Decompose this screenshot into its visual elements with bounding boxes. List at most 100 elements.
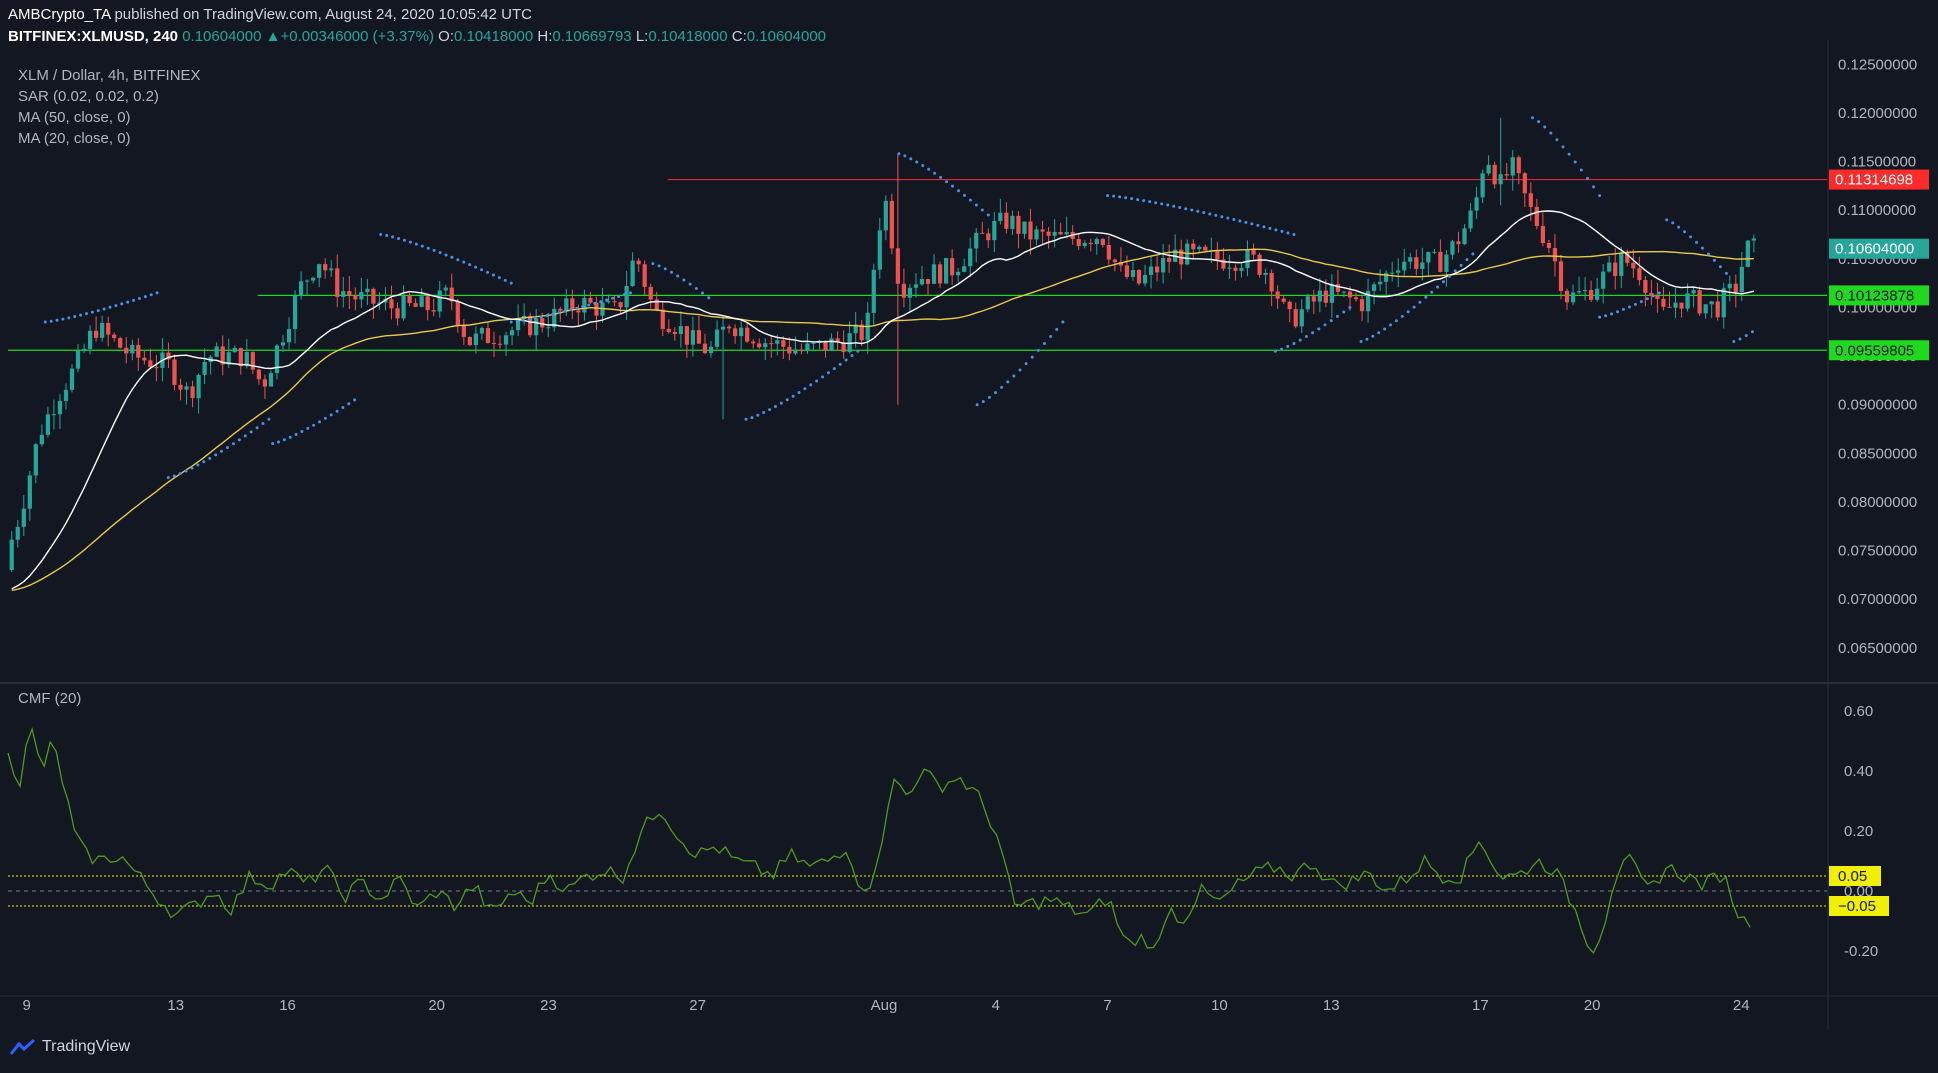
- sar-dot: [756, 413, 760, 417]
- sar-dot: [1412, 305, 1416, 309]
- candle-body: [1570, 292, 1576, 303]
- sar-dot: [444, 253, 448, 257]
- resistance-label: 0.11314698: [1835, 172, 1913, 189]
- candle-body: [106, 323, 111, 335]
- sar-dot: [628, 291, 632, 295]
- candle-body: [455, 301, 460, 326]
- sar-dot: [190, 466, 194, 470]
- candle-body: [1739, 266, 1744, 293]
- chart-canvas[interactable]: 0.12500000 0.12000000 0.11500000 0.11000000…: [0, 0, 1938, 1073]
- candle-body: [1257, 254, 1262, 275]
- candle-body: [292, 295, 298, 330]
- candle-body: [262, 379, 268, 387]
- candle-body: [1607, 262, 1612, 272]
- sar-dot: [184, 469, 188, 473]
- candle-body: [1492, 164, 1497, 185]
- candle-body: [347, 291, 352, 296]
- candle-body: [431, 310, 436, 312]
- candle-body: [1191, 243, 1196, 250]
- candle-body: [232, 348, 237, 353]
- sar-dot: [49, 319, 53, 323]
- price-tick-label: 0.12500000: [1838, 56, 1917, 73]
- candle-body: [931, 264, 937, 284]
- price-tick-label: 0.11500000: [1838, 154, 1916, 171]
- candle-body: [1233, 267, 1238, 271]
- candle-body: [94, 330, 99, 338]
- candle-body: [329, 268, 334, 271]
- candle-body: [781, 340, 786, 347]
- sar-dot: [1400, 314, 1404, 318]
- sar-dot: [1024, 362, 1028, 366]
- candle-body: [9, 539, 14, 571]
- sar-dot: [1262, 225, 1266, 229]
- candle-body: [1390, 272, 1395, 274]
- candle-body: [696, 330, 702, 344]
- candle-body: [437, 290, 442, 312]
- price-tick-label: 0.08500000: [1838, 445, 1917, 462]
- sar-dot: [826, 371, 830, 375]
- sar-dot: [61, 317, 65, 321]
- candle-body: [238, 348, 243, 367]
- candle-body: [739, 327, 744, 337]
- tradingview-branding[interactable]: TradingView: [10, 1038, 130, 1056]
- sar-dot: [1061, 320, 1065, 324]
- candle-body: [335, 268, 340, 297]
- candle-body: [1546, 243, 1552, 249]
- candle-body: [1016, 215, 1021, 234]
- candle-body: [883, 200, 888, 231]
- sar-dot: [214, 453, 218, 457]
- candle-body: [280, 342, 286, 346]
- candle-body: [1299, 309, 1304, 327]
- sar-dot: [605, 298, 609, 302]
- sar-dot: [1030, 355, 1034, 359]
- sar-dot: [1724, 271, 1728, 275]
- sar-dot: [676, 274, 680, 278]
- time-tick-label: 9: [22, 997, 30, 1014]
- candle-body: [359, 292, 364, 300]
- candle-body: [636, 260, 641, 265]
- sar-dot: [1430, 290, 1434, 294]
- candle-body: [365, 288, 370, 293]
- candle-body: [1582, 290, 1588, 292]
- candle-body: [190, 386, 195, 399]
- sar-dot: [1160, 202, 1164, 206]
- candle-body: [1106, 244, 1111, 260]
- sar-dot: [456, 258, 460, 262]
- sar-dot: [282, 438, 286, 442]
- candle-body: [1697, 290, 1702, 314]
- sar-dot: [480, 268, 484, 272]
- candle-body: [1462, 228, 1467, 245]
- candle-body: [968, 248, 973, 267]
- sar-group: [43, 116, 1754, 480]
- sar-dot: [1585, 176, 1589, 180]
- sar-dot: [1610, 312, 1614, 316]
- sar-dot: [468, 263, 472, 267]
- sar-dot: [1665, 218, 1669, 222]
- sar-dot: [750, 416, 754, 420]
- cmf-level-label: −0.05: [1838, 898, 1876, 915]
- sar-dot: [785, 398, 789, 402]
- sar-dot: [249, 430, 253, 434]
- sar-dot: [1604, 314, 1608, 318]
- candle-body: [1631, 262, 1636, 269]
- sar-dot: [563, 309, 567, 313]
- sar-dot: [1317, 327, 1321, 331]
- sar-dot: [832, 367, 836, 371]
- sar-dot: [379, 233, 383, 237]
- candle-body: [714, 329, 720, 347]
- candle-body: [142, 357, 147, 361]
- candle-body: [1414, 257, 1419, 269]
- sar-dot: [1645, 297, 1649, 301]
- candle-body: [1420, 262, 1425, 269]
- sar-dot: [1616, 310, 1620, 314]
- candle-body: [757, 343, 762, 348]
- sar-dot: [1323, 323, 1327, 327]
- time-tick-label: 4: [992, 997, 1000, 1014]
- candle-body: [1691, 290, 1696, 294]
- sar-dot: [503, 278, 507, 282]
- candle-body: [1637, 268, 1642, 281]
- sar-dot: [557, 311, 561, 315]
- sar-dot: [975, 403, 979, 407]
- sar-dot: [1280, 347, 1284, 351]
- candle-body: [1335, 284, 1341, 292]
